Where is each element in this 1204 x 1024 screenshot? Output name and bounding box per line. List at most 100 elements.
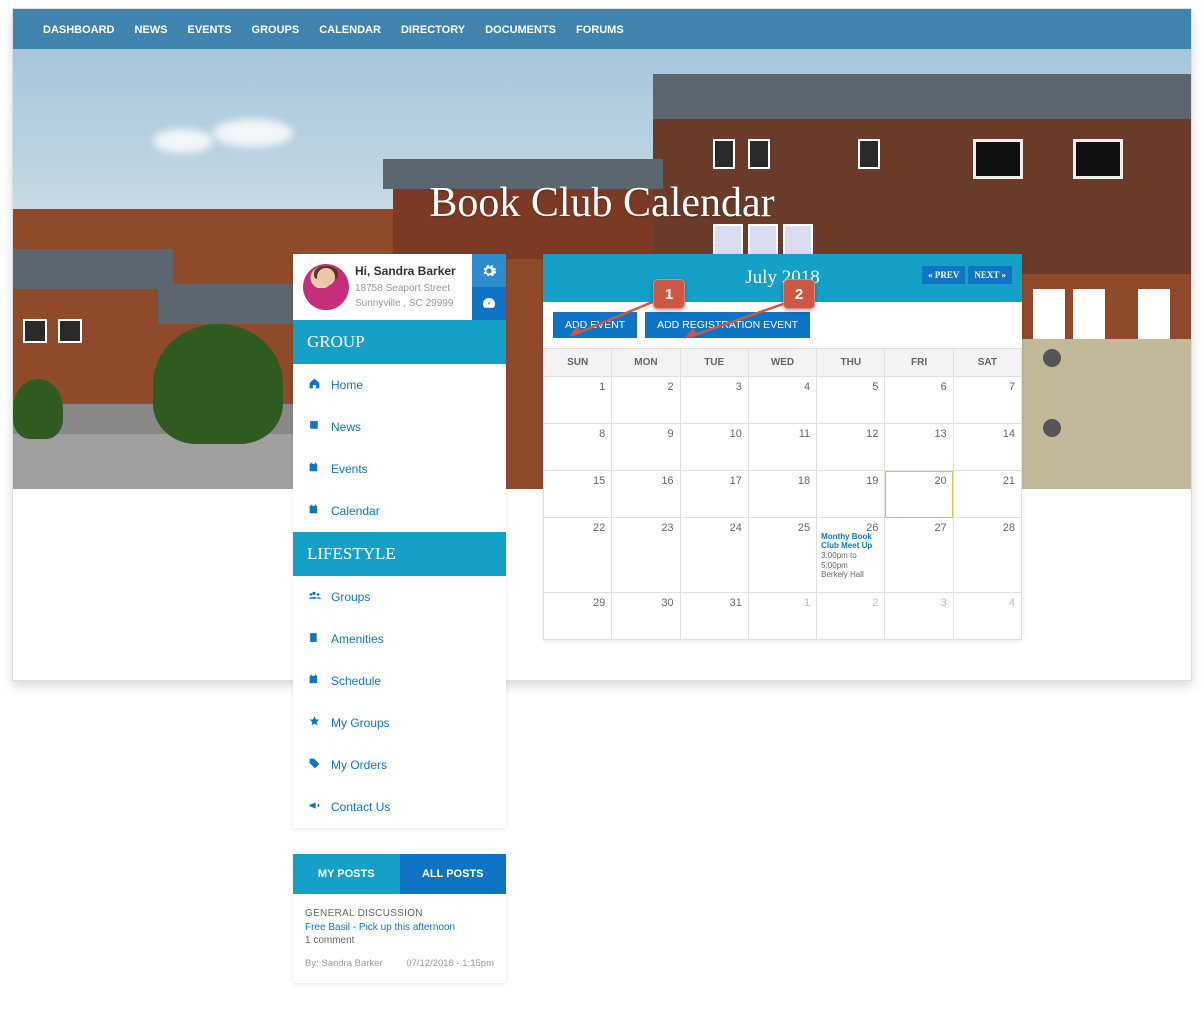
avatar [303,264,349,310]
event-title[interactable]: Monthy Book Club Meet Up [821,532,880,550]
cal-day[interactable]: 1 [544,377,612,424]
nav-dashboard[interactable]: DASHBOARD [33,9,125,49]
cal-day-number: 7 [1009,381,1015,393]
sidebar-item-label: Groups [331,590,370,604]
cal-day[interactable]: 15 [544,471,612,518]
sidebar: Hi, Sandra Barker 18758 Seaport Street S… [293,254,506,828]
nav-calendar[interactable]: CALENDAR [309,9,391,49]
cal-day[interactable]: 21 [953,471,1021,518]
cal-day[interactable]: 26Monthy Book Club Meet Up3:00pm to 5:00… [817,518,885,593]
cal-day-number: 13 [934,428,946,440]
cal-day[interactable]: 14 [953,424,1021,471]
cal-day[interactable]: 31 [680,593,748,640]
cal-day-number: 23 [661,522,673,534]
cal-day[interactable]: 27 [885,518,953,593]
callout-2: 2 [783,279,815,309]
tab-all-posts[interactable]: ALL POSTS [400,854,507,894]
sidebar-lifestyle-title: LIFESTYLE [293,532,506,576]
sidebar-item-label: My Groups [331,716,390,730]
cal-header-mon: MON [612,349,680,377]
cal-day[interactable]: 11 [748,424,816,471]
home-icon [307,377,321,393]
bullhorn-icon [307,799,321,815]
cal-day[interactable]: 2 [612,377,680,424]
cal-day[interactable]: 4 [953,593,1021,640]
calendar-next-button[interactable]: NEXT » [968,266,1012,284]
cal-header-sun: SUN [544,349,612,377]
calendar-table: SUNMONTUEWEDTHUFRISAT 123456789101112131… [543,348,1022,640]
cal-day[interactable]: 29 [544,593,612,640]
nav-events[interactable]: EVENTS [178,9,242,49]
event-time: 3:00pm to 5:00pm [821,551,880,569]
cal-day[interactable]: 12 [817,424,885,471]
profile-address1: 18758 Seaport Street [355,282,470,295]
tab-my-posts[interactable]: MY POSTS [293,854,400,894]
sidebar-group-calendar[interactable]: Calendar [293,490,506,532]
cal-day[interactable]: 30 [612,593,680,640]
cal-header-sat: SAT [953,349,1021,377]
cal-day[interactable]: 1 [748,593,816,640]
cal-day-number: 12 [866,428,878,440]
cal-day[interactable]: 9 [612,424,680,471]
cal-day[interactable]: 28 [953,518,1021,593]
sidebar-lifestyle-contact-us[interactable]: Contact Us [293,786,506,828]
profile-address2: Sunnyville , SC 29999 [355,297,470,310]
sidebar-lifestyle-amenities[interactable]: Amenities [293,618,506,660]
cal-day[interactable]: 3 [680,377,748,424]
cal-day[interactable]: 18 [748,471,816,518]
sidebar-item-label: Amenities [331,632,384,646]
nav-groups[interactable]: GROUPS [242,9,310,49]
cal-day[interactable]: 22 [544,518,612,593]
sidebar-group-title: GROUP [293,320,506,364]
sidebar-lifestyle-my-orders[interactable]: My Orders [293,744,506,786]
cal-day[interactable]: 8 [544,424,612,471]
cal-day-number: 11 [799,428,810,440]
sidebar-lifestyle-groups[interactable]: Groups [293,576,506,618]
cal-day[interactable]: 5 [817,377,885,424]
nav-documents[interactable]: DOCUMENTS [475,9,566,49]
cal-day-number: 4 [804,381,810,393]
news-icon [307,419,321,435]
sidebar-lifestyle-schedule[interactable]: Schedule [293,660,506,702]
cal-day-number: 10 [730,428,742,440]
cal-header-tue: TUE [680,349,748,377]
cal-day[interactable]: 13 [885,424,953,471]
cal-header-wed: WED [748,349,816,377]
post-date: 07/12/2018 - 1:15pm [406,958,494,969]
sidebar-item-label: Schedule [331,674,381,688]
sidebar-group-events[interactable]: Events [293,448,506,490]
post-by: By: Sandra Barker [305,958,383,969]
cal-day-number: 6 [941,381,947,393]
sidebar-group-home[interactable]: Home [293,364,506,406]
amenities-icon [307,631,321,647]
cal-day-number: 25 [798,522,810,534]
cal-day-number: 2 [667,381,673,393]
cal-day[interactable]: 24 [680,518,748,593]
post-title[interactable]: Free Basil - Pick up this afternoon [305,922,494,933]
settings-icon[interactable] [472,254,506,287]
sidebar-lifestyle-my-groups[interactable]: My Groups [293,702,506,744]
cal-day-number: 16 [661,475,673,487]
cal-day[interactable]: 16 [612,471,680,518]
nav-news[interactable]: NEWS [125,9,178,49]
cal-day[interactable]: 25 [748,518,816,593]
cal-day[interactable]: 4 [748,377,816,424]
cal-day[interactable]: 17 [680,471,748,518]
cal-day[interactable]: 7 [953,377,1021,424]
dashboard-icon[interactable] [472,287,506,320]
cal-day-number: 9 [667,428,673,440]
calendar-prev-button[interactable]: « PREV [922,266,965,284]
cal-day[interactable]: 10 [680,424,748,471]
cal-day-number: 5 [872,381,878,393]
top-nav: DASHBOARDNEWSEVENTSGROUPSCALENDARDIRECTO… [13,9,1191,49]
nav-directory[interactable]: DIRECTORY [391,9,475,49]
cal-day[interactable]: 3 [885,593,953,640]
cal-day[interactable]: 23 [612,518,680,593]
cal-day[interactable]: 6 [885,377,953,424]
cal-day[interactable]: 20 [885,471,953,518]
cal-day[interactable]: 2 [817,593,885,640]
cal-day-number: 29 [593,597,605,609]
sidebar-group-news[interactable]: News [293,406,506,448]
nav-forums[interactable]: FORUMS [566,9,634,49]
cal-day[interactable]: 19 [817,471,885,518]
